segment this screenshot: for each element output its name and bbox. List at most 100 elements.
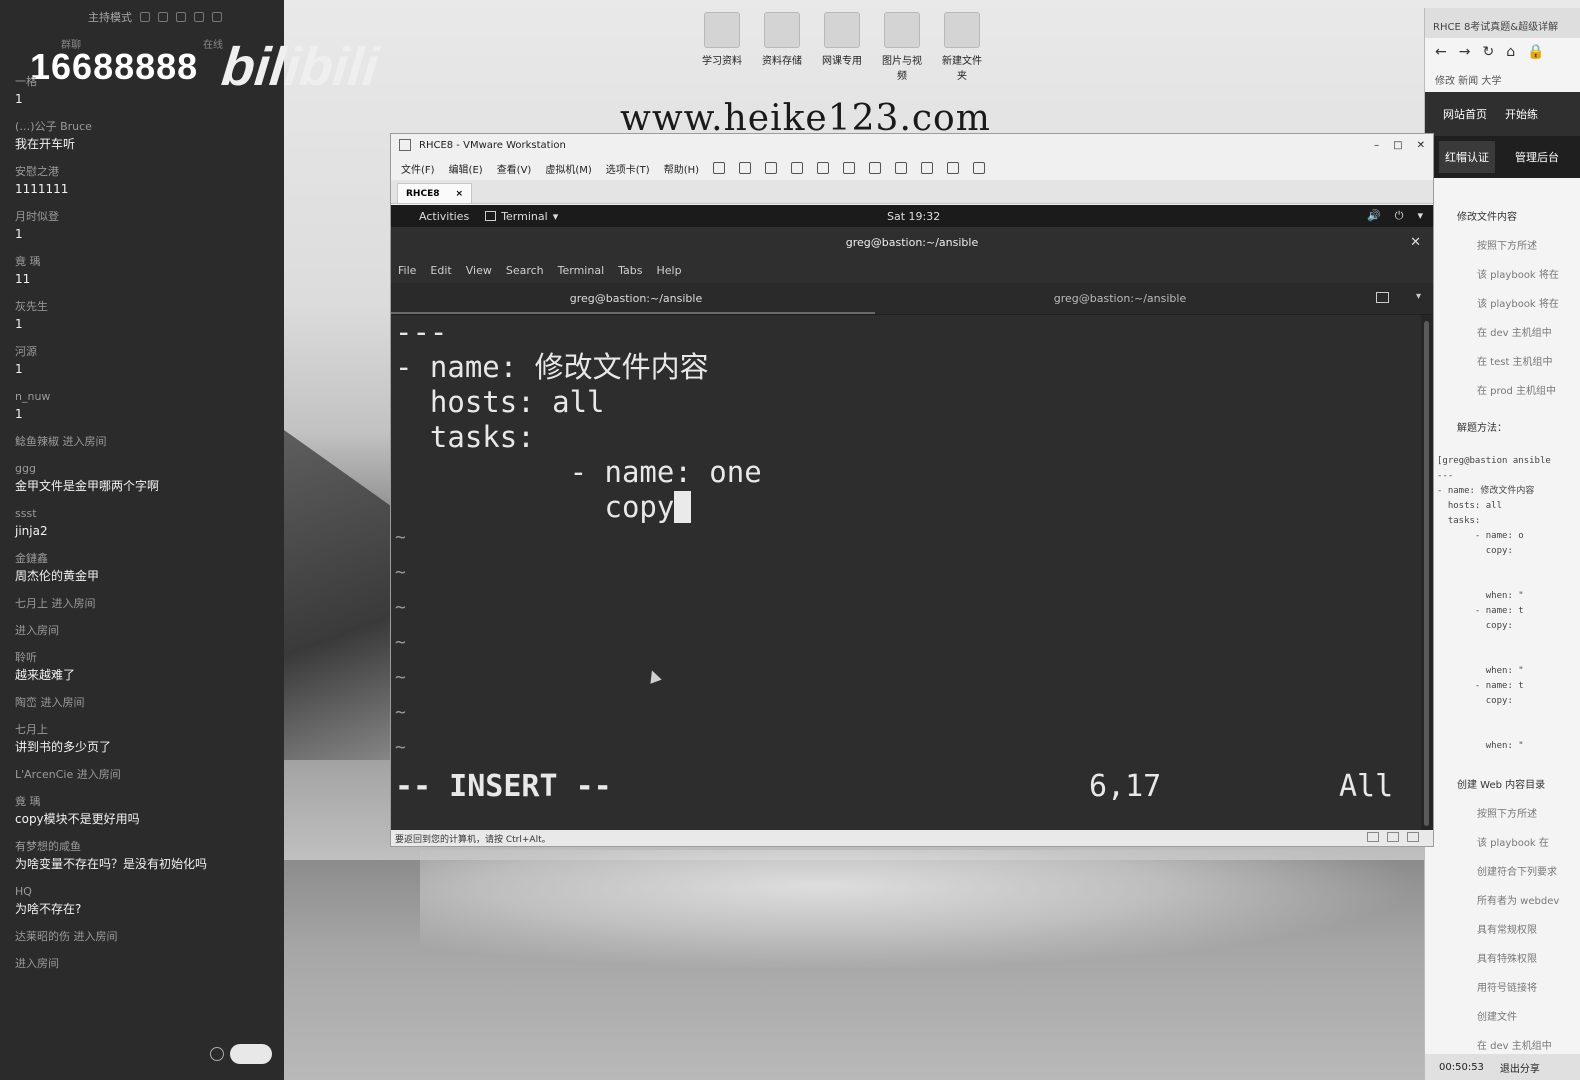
terminal-menu-item[interactable]: Terminal: [558, 264, 605, 277]
terminal-menu-item[interactable]: Tabs: [618, 264, 642, 277]
exit-share-button[interactable]: 退出分享: [1500, 1060, 1540, 1075]
chat-username[interactable]: 陶峦 进入房间: [15, 695, 275, 711]
vim-empty-line-marker: ~: [395, 632, 406, 653]
desktop-icon[interactable]: 图片与视频: [880, 12, 924, 82]
chat-username[interactable]: 七月上 进入房间: [15, 596, 275, 612]
scrollbar-thumb[interactable]: [1424, 321, 1429, 826]
nav-link[interactable]: 开始练: [1505, 106, 1538, 122]
chevron-down-icon[interactable]: ▾: [1416, 291, 1421, 302]
chat-username[interactable]: 竟 瑀: [15, 254, 275, 270]
vmware-menu-item[interactable]: 虚拟机(M): [545, 161, 591, 176]
terminal-menu-item[interactable]: Search: [506, 264, 544, 277]
forward-icon[interactable]: →: [1459, 44, 1471, 60]
send-keys-icon[interactable]: [739, 162, 752, 174]
browser-tab[interactable]: RHCE 8考试真题&超级详解: [1425, 8, 1580, 38]
close-icon[interactable]: ×: [455, 189, 463, 199]
app-menu[interactable]: Terminal ▾: [485, 210, 558, 223]
chat-tab-online[interactable]: 在线: [203, 36, 223, 51]
nav-link[interactable]: 网站首页: [1443, 106, 1487, 122]
vmware-menu-item[interactable]: 查看(V): [497, 161, 532, 176]
chat-username[interactable]: HQ: [15, 884, 275, 900]
new-tab-icon[interactable]: [1376, 292, 1389, 303]
chat-username[interactable]: 竟 瑀: [15, 794, 275, 810]
revert-icon[interactable]: [791, 162, 804, 174]
editor-line: hosts: all: [395, 385, 605, 420]
chat-username[interactable]: 灰先生: [15, 299, 275, 315]
terminal-menu-item[interactable]: Help: [657, 264, 682, 277]
editor-line-text: copy: [395, 490, 675, 524]
chat-text: 周杰伦的黄金甲: [15, 569, 100, 583]
chat-text: 1: [15, 407, 23, 421]
maximize-icon[interactable]: [194, 12, 204, 22]
desktop-icon[interactable]: 新建文件夹: [940, 12, 984, 82]
desktop-icon[interactable]: 学习资料: [700, 12, 744, 82]
chat-username[interactable]: 进入房间: [15, 623, 275, 639]
pause-icon[interactable]: [713, 162, 726, 174]
chat-username[interactable]: 月时似登: [15, 209, 275, 225]
snapshot-icon[interactable]: [765, 162, 778, 174]
terminal-scrollbar[interactable]: [1421, 315, 1433, 830]
back-icon[interactable]: ←: [1435, 44, 1447, 60]
minimize-icon[interactable]: –: [1374, 140, 1379, 151]
vmware-menu-item[interactable]: 帮助(H): [664, 161, 699, 176]
vm-tab-rhce8[interactable]: RHCE8 ×: [397, 183, 473, 203]
chat-username[interactable]: 一格: [15, 74, 275, 90]
doc-list-item: 用符号链接将: [1477, 983, 1537, 994]
terminal-tab-active[interactable]: greg@bastion:~/ansible: [391, 284, 875, 314]
chat-username[interactable]: 聆听: [15, 650, 275, 666]
folder-icon: [884, 12, 920, 48]
view-icon[interactable]: [843, 162, 856, 174]
chat-text: 1: [15, 92, 23, 106]
settings-icon[interactable]: [973, 162, 986, 174]
subnav-link[interactable]: 管理后台: [1515, 149, 1559, 165]
chat-username[interactable]: 金鏈鑫: [15, 551, 275, 567]
vmware-menu-item[interactable]: 文件(F): [401, 161, 435, 176]
chat-username[interactable]: 进入房间: [15, 956, 275, 972]
close-icon[interactable]: [212, 12, 222, 22]
chat-username[interactable]: ssst: [15, 506, 275, 522]
chat-username[interactable]: ggg: [15, 461, 275, 477]
chat-username[interactable]: L'ArcenCie 进入房间: [15, 767, 275, 783]
close-icon[interactable]: ✕: [1417, 140, 1425, 151]
chat-username[interactable]: n_nuw: [15, 389, 275, 405]
minimize-icon[interactable]: [176, 12, 186, 22]
desktop-icon[interactable]: 网课专用: [820, 12, 864, 82]
chat-username[interactable]: 达莱昭的伤 进入房间: [15, 929, 275, 945]
reload-icon[interactable]: ↻: [1482, 44, 1494, 60]
settings-icon[interactable]: [140, 12, 150, 22]
console-icon[interactable]: [869, 162, 882, 174]
chat-username[interactable]: 河源: [15, 344, 275, 360]
vmware-menu-item[interactable]: 选项卡(T): [606, 161, 650, 176]
maximize-icon[interactable]: □: [1393, 140, 1402, 151]
clock[interactable]: Sat 19:32: [887, 210, 940, 223]
desktop-icon[interactable]: 资料存储: [760, 12, 804, 82]
close-icon[interactable]: ✕: [1410, 235, 1421, 250]
network-icon[interactable]: [1387, 832, 1399, 842]
terminal-icon[interactable]: [947, 162, 960, 174]
chat-username[interactable]: 七月上: [15, 722, 275, 738]
system-tray[interactable]: 🔊 ⏻ ▾: [1367, 209, 1423, 223]
terminal-menu-item[interactable]: File: [398, 264, 416, 277]
terminal-tab[interactable]: greg@bastion:~/ansible: [875, 292, 1359, 305]
chat-username[interactable]: 鲶鱼辣椒 进入房间: [15, 434, 275, 450]
chat-username[interactable]: 安慰之港: [15, 164, 275, 180]
chat-text: jinja2: [15, 524, 48, 538]
chat-username[interactable]: 有梦想的咸鱼: [15, 839, 275, 855]
fullscreen-icon[interactable]: [895, 162, 908, 174]
subnav-link[interactable]: 红帽认证: [1439, 141, 1495, 173]
pin-icon[interactable]: [158, 12, 168, 22]
terminal-menu-item[interactable]: Edit: [430, 264, 451, 277]
chat-username[interactable]: (…)公子 Bruce: [15, 119, 275, 135]
terminal-content[interactable]: -- INSERT -- 6,17 All --- - name: 修改文件内容 …: [391, 315, 1421, 830]
emoji-icon[interactable]: [210, 1047, 224, 1061]
send-button[interactable]: [230, 1044, 272, 1064]
hdd-icon[interactable]: [1367, 832, 1379, 842]
fullscreen-icon[interactable]: [1407, 832, 1419, 842]
vmware-menu-item[interactable]: 编辑(E): [449, 161, 483, 176]
home-icon[interactable]: ⌂: [1506, 44, 1515, 60]
unity-icon[interactable]: [921, 162, 934, 174]
snapshot-manager-icon[interactable]: [817, 162, 830, 174]
bookmarks-bar[interactable]: 修改 新闻 大学: [1425, 66, 1580, 92]
activities-button[interactable]: Activities: [419, 210, 469, 223]
terminal-menu-item[interactable]: View: [466, 264, 492, 277]
